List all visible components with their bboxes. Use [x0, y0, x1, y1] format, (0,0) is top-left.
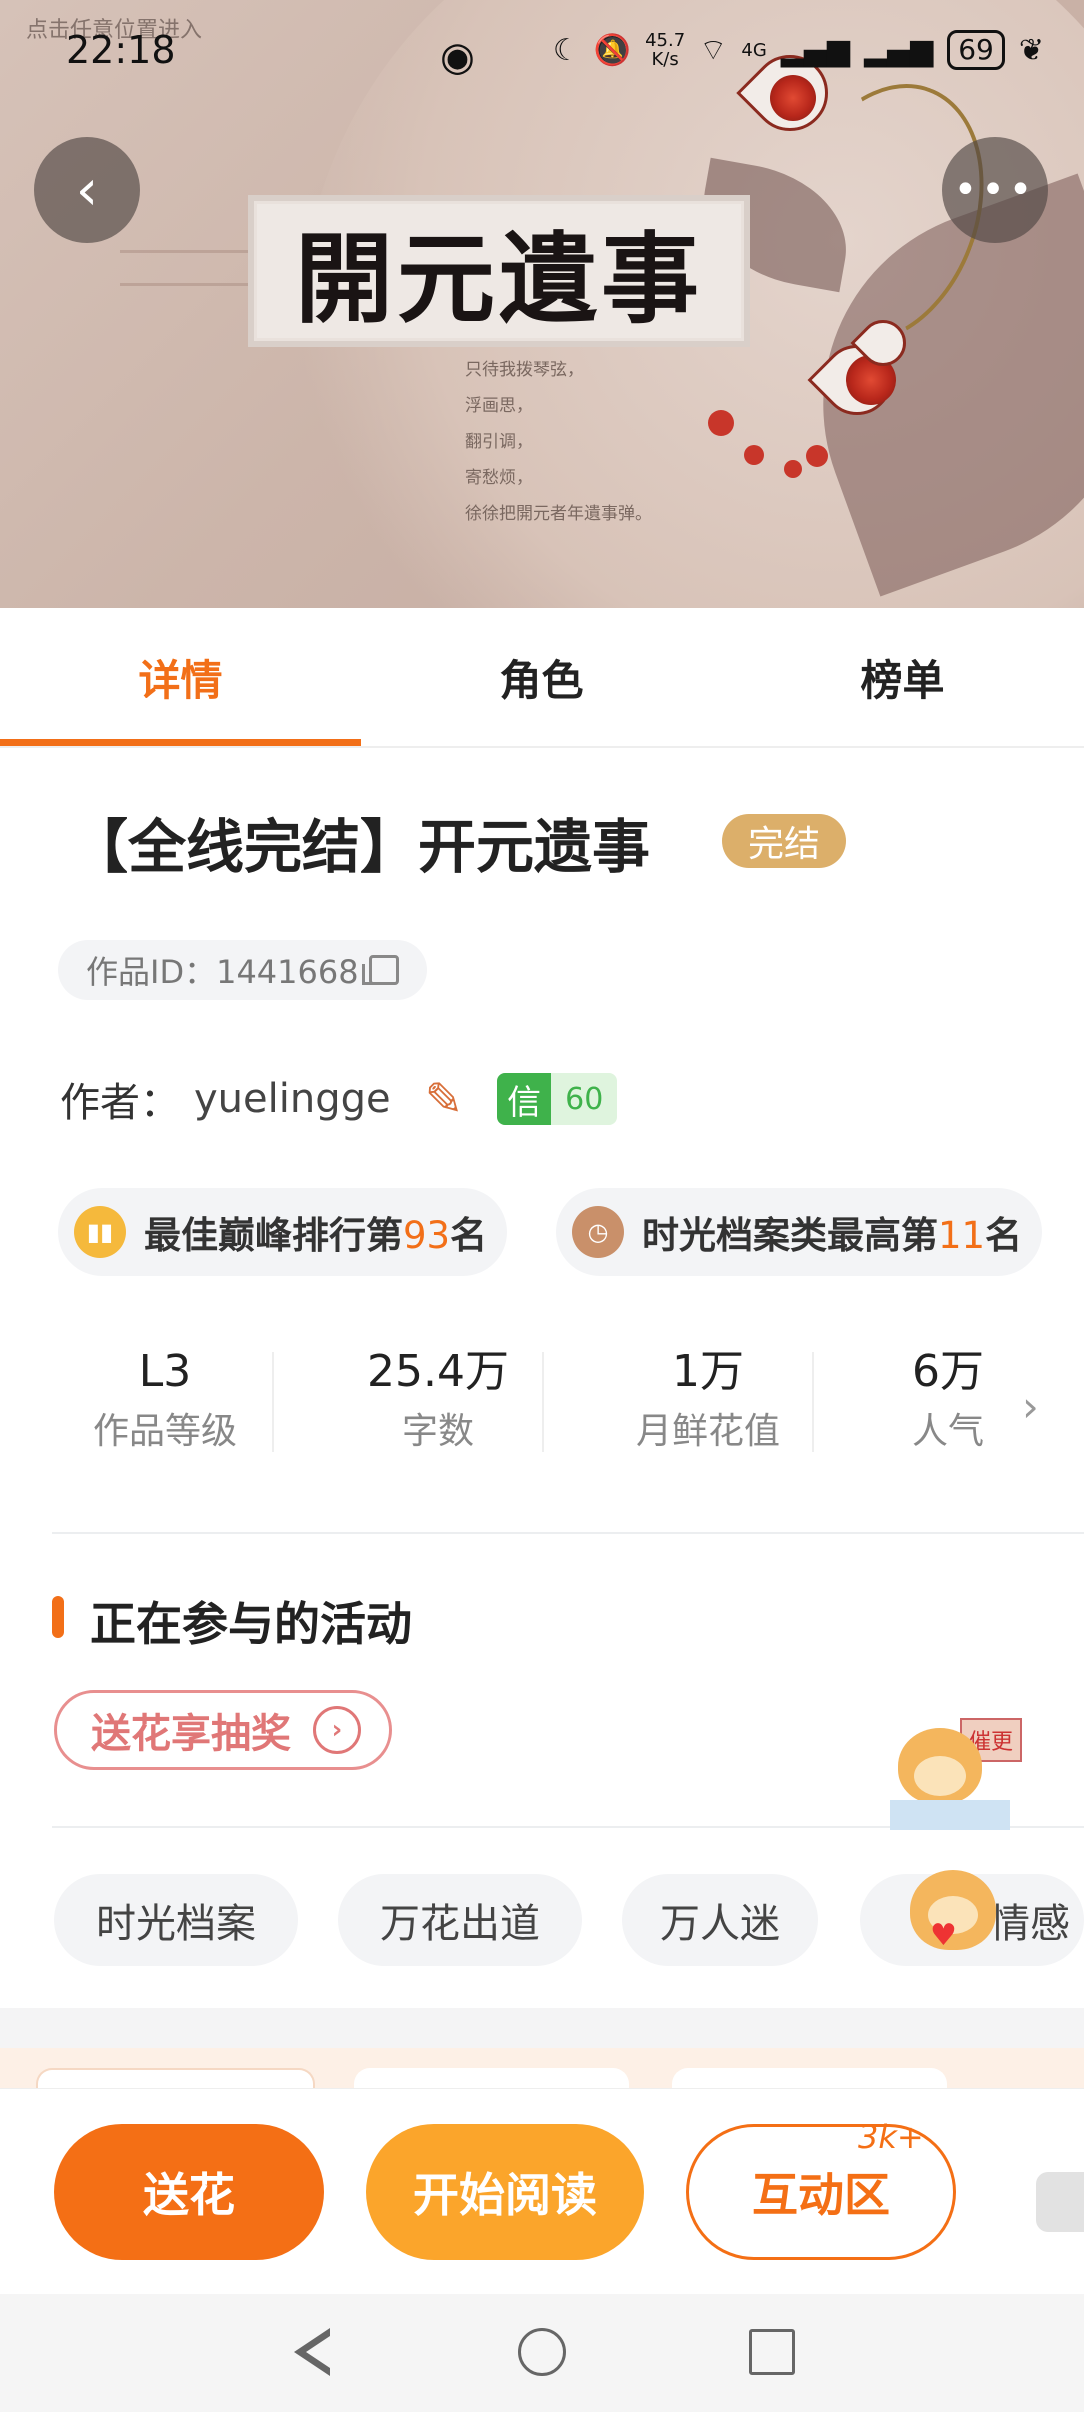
- network-type: 4G: [741, 39, 767, 61]
- square-icon: [749, 2329, 795, 2375]
- rank-text: 最佳巅峰排行第93名: [144, 1214, 488, 1257]
- calligraphy-title-plate: 開元遺事: [248, 195, 750, 347]
- tab-characters[interactable]: 角色: [361, 608, 722, 746]
- section-accent-bar: [52, 1596, 64, 1638]
- tag-chip[interactable]: 万人迷: [622, 1874, 818, 1966]
- tab-rankings[interactable]: 榜单: [722, 608, 1083, 746]
- mascot-base: [890, 1800, 1010, 1830]
- pencil-icon: ✎: [424, 1072, 464, 1126]
- bead-decoration: [806, 445, 828, 467]
- nav-recents-button[interactable]: [742, 2322, 802, 2382]
- network-speed: 45.7 K/s: [645, 30, 686, 70]
- chevron-left-icon: ‹: [75, 157, 99, 223]
- nav-back-button[interactable]: [282, 2322, 342, 2382]
- dog-face: [914, 1756, 966, 1796]
- stat-word-count: 25.4万 字数: [367, 1346, 509, 1452]
- chevron-right-circle-icon: ›: [313, 1706, 361, 1754]
- rank-text: 时光档案类最高第11名: [642, 1214, 1023, 1257]
- stat-monthly-flowers: 1万 月鲜花值: [635, 1346, 780, 1452]
- more-options-button[interactable]: •••: [942, 137, 1048, 243]
- banner-poem: 只待我拨琴弦， 浮画思， 翻引调， 寄愁烦， 徐徐把開元者年遺事弹。: [465, 360, 652, 524]
- mascot-heart-sticker[interactable]: ♥: [900, 1856, 1020, 1966]
- battery-indicator: 69: [947, 30, 1005, 70]
- nav-home-button[interactable]: [512, 2322, 572, 2382]
- back-button[interactable]: ‹: [34, 137, 140, 243]
- stats-row[interactable]: L3 作品等级 25.4万 字数 1万 月鲜花值 6万 人气: [30, 1340, 1020, 1460]
- credit-badge[interactable]: 信 60: [497, 1073, 618, 1125]
- calligraphy-title: 開元遺事: [294, 222, 703, 337]
- signal-icon: ▂▄▆: [864, 32, 934, 68]
- tag-chip[interactable]: 万花出道: [338, 1874, 582, 1966]
- author-row: 作者： yuelingge ✎ 信 60: [60, 1070, 618, 1128]
- bar-chart-icon: ▮▮: [74, 1206, 126, 1258]
- tab-details[interactable]: 详情: [0, 608, 361, 746]
- start-reading-button[interactable]: 开始阅读: [366, 2124, 644, 2260]
- bead-decoration: [784, 460, 802, 478]
- bead-decoration: [744, 445, 764, 465]
- chevron-right-icon[interactable]: ›: [1022, 1382, 1039, 1431]
- bead-decoration: [708, 410, 734, 436]
- tag-chip[interactable]: 时光档案: [54, 1874, 298, 1966]
- eye-icon: ◉: [440, 34, 475, 80]
- stat-divider: [812, 1352, 814, 1452]
- credit-key: 信: [497, 1073, 552, 1125]
- more-dots-icon: •••: [953, 167, 1037, 213]
- send-flower-button[interactable]: 送花: [54, 2124, 324, 2260]
- activity-section-title: 正在参与的活动: [90, 1597, 412, 1651]
- tab-bar: 详情 角色 榜单: [0, 608, 1084, 748]
- mascot-urge-update-sticker[interactable]: 催更: [888, 1700, 1022, 1830]
- moon-icon: ☾: [552, 32, 580, 68]
- status-time: 22:18: [66, 28, 176, 72]
- credit-value: 60: [551, 1073, 618, 1125]
- clock-icon: ◷: [572, 1206, 624, 1258]
- lottery-button[interactable]: 送花享抽奖 ›: [54, 1690, 392, 1770]
- bell-muted-icon: 🔕: [593, 32, 632, 68]
- thumbs-up-icon[interactable]: [1036, 2172, 1084, 2232]
- stat-divider: [272, 1352, 274, 1452]
- heart-icon: ♥: [930, 1918, 957, 1953]
- rank-pill-peak[interactable]: ▮▮ 最佳巅峰排行第93名: [58, 1188, 508, 1276]
- interaction-count-badge: 3k+: [858, 2118, 924, 2156]
- stat-divider: [542, 1352, 544, 1452]
- circle-icon: [518, 2328, 566, 2376]
- work-id-pill[interactable]: 作品ID：1441668: [58, 940, 427, 1000]
- status-badge: 完结: [722, 814, 846, 868]
- active-tab-indicator: [0, 739, 361, 746]
- signal-icon: ▂▄▆: [780, 32, 850, 68]
- work-id: 作品ID：1441668: [86, 953, 359, 991]
- cover-banner: 開元遺事 只待我拨琴弦， 浮画思， 翻引调， 寄愁烦， 徐徐把開元者年遺事弹。: [0, 0, 1084, 610]
- copy-icon[interactable]: [361, 955, 399, 985]
- wifi-icon: ⌔: [699, 33, 728, 68]
- book-title: 【全线完结】开元遗事: [70, 813, 651, 881]
- lottery-label: 送花享抽奖: [91, 1711, 291, 1757]
- divider: [52, 1532, 1084, 1534]
- flower-decoration: [770, 75, 816, 121]
- rank-pill-category[interactable]: ◷ 时光档案类最高第11名: [556, 1188, 1043, 1276]
- author-label: 作者：: [60, 1080, 180, 1126]
- status-icons: ☾ 🔕 45.7 K/s ⌔ 4G ▂▄▆ ▂▄▆ 69 ❦: [553, 30, 1044, 70]
- stat-level: L3 作品等级: [92, 1346, 237, 1452]
- author-name[interactable]: yuelingge: [194, 1076, 391, 1122]
- section-gap: [0, 2008, 1084, 2048]
- leaf-icon: ❦: [1018, 32, 1044, 68]
